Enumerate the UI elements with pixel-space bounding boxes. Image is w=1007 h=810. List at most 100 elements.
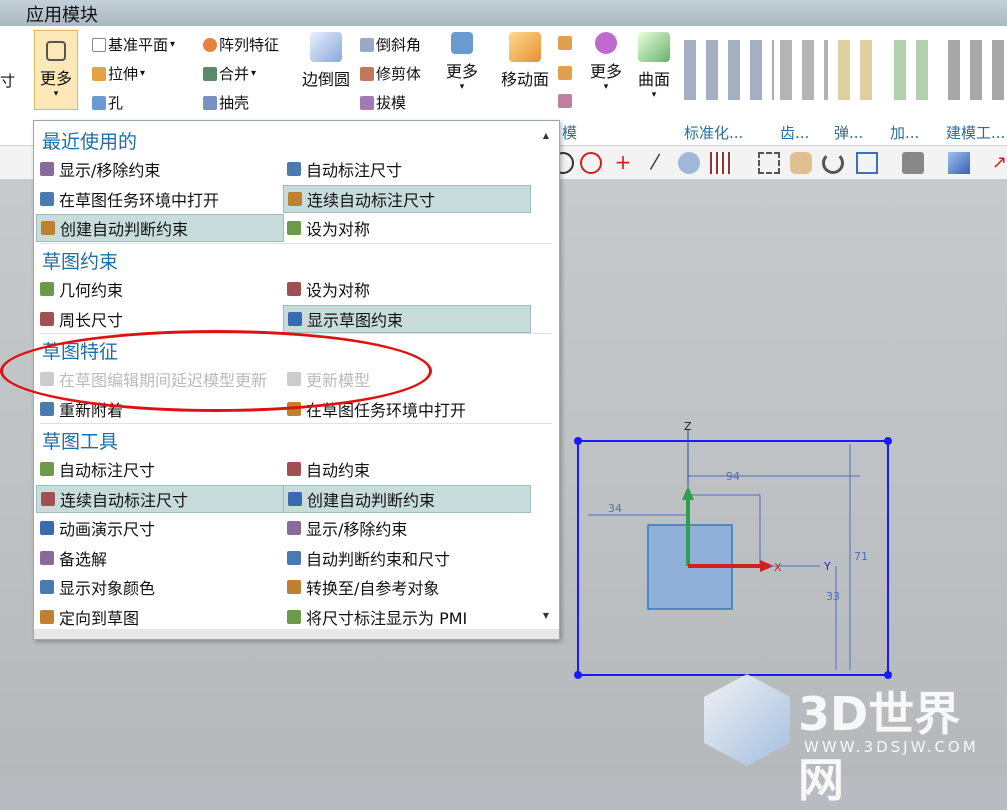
extrude-icon: [92, 66, 106, 81]
scroll-up-icon[interactable]: ▲: [543, 131, 549, 140]
unite-button[interactable]: 合并 ▾: [203, 63, 256, 84]
gear-tools[interactable]: [780, 40, 828, 100]
more-button-3[interactable]: 更多 ▾: [588, 32, 624, 92]
menu-item[interactable]: 创建自动判断约束: [36, 214, 284, 242]
center-snap-icon[interactable]: [580, 152, 602, 174]
scroll-down-icon[interactable]: ▼: [543, 611, 549, 620]
menu-item[interactable]: 连续自动标注尺寸: [36, 484, 284, 513]
menu-item-icon: [40, 462, 54, 476]
chamfer-label: 倒斜角: [376, 36, 422, 54]
group-label-spring[interactable]: 弹...: [834, 122, 863, 143]
menu-item[interactable]: 显示草图约束: [283, 304, 531, 333]
menu-item-icon: [287, 462, 301, 476]
menu-item[interactable]: 设为对称: [283, 275, 531, 303]
edge-blend-label: 边倒圆: [301, 70, 350, 89]
line-snap-icon[interactable]: ⁄: [644, 152, 666, 174]
spring-tools[interactable]: [838, 40, 882, 100]
menu-item-icon: [40, 191, 54, 206]
menu-item[interactable]: 在草图任务环境中打开: [36, 185, 284, 213]
menu-item[interactable]: 自动标注尺寸: [283, 155, 531, 183]
rotate-icon[interactable]: [822, 152, 844, 174]
surface-button[interactable]: 曲面 ▾: [634, 32, 674, 100]
more-label-2: 更多: [445, 62, 478, 81]
draft-button[interactable]: 拔模: [360, 92, 406, 113]
menu-item[interactable]: 自动约束: [283, 455, 531, 483]
pattern-feature-button[interactable]: 阵列特征: [203, 34, 279, 55]
resize-grip-icon[interactable]: [34, 629, 559, 639]
face-tool-3[interactable]: [558, 94, 572, 108]
dim-71[interactable]: 71: [854, 550, 868, 563]
modeling-tools[interactable]: [948, 40, 1006, 100]
hole-button[interactable]: 孔: [92, 92, 123, 113]
offset-face-icon: [558, 36, 572, 50]
menu-item-icon: [41, 221, 55, 235]
datum-plane-button[interactable]: 基准平面 ▾: [92, 34, 175, 55]
menu-item-label: 显示对象颜色: [59, 579, 156, 598]
group-label-gear[interactable]: 齿...: [780, 122, 809, 143]
menu-item[interactable]: 显示/移除约束: [36, 155, 284, 183]
menu-item-label: 定向到草图: [59, 608, 140, 628]
quadrant-snap-icon[interactable]: [678, 152, 700, 174]
menu-item[interactable]: 动画演示尺寸: [36, 514, 284, 542]
group-label-modeling[interactable]: 模: [562, 122, 577, 143]
standard-parts-tools[interactable]: [684, 40, 774, 100]
trim-body-icon: [360, 66, 374, 81]
sketch-icon: [46, 41, 66, 61]
dim-33[interactable]: 33: [826, 590, 840, 603]
cube-logo-icon: [704, 674, 790, 766]
menu-item-label: 几何约束: [59, 281, 124, 300]
menu-item[interactable]: 创建自动判断约束: [283, 484, 531, 513]
fit-view-icon[interactable]: [758, 152, 780, 174]
menu-item[interactable]: 几何约束: [36, 275, 284, 303]
chamfer-icon: [360, 37, 374, 52]
selection-icon[interactable]: ↗: [992, 152, 1007, 174]
more-button-2[interactable]: 更多 ▾: [442, 32, 482, 92]
menu-item[interactable]: 备选解: [36, 544, 284, 572]
menu-item-icon: [41, 491, 55, 506]
face-tool-2[interactable]: [558, 66, 572, 80]
menu-item[interactable]: 显示/移除约束: [283, 514, 531, 542]
trim-body-button[interactable]: 修剪体: [360, 63, 421, 84]
zoom-icon[interactable]: [856, 152, 878, 174]
menu-item[interactable]: 将尺寸标注显示为 PMI: [283, 603, 531, 631]
menu-section-title: 最近使用的: [42, 131, 138, 153]
pan-icon[interactable]: [790, 152, 812, 174]
menu-section-title: 草图工具: [42, 431, 119, 453]
shell-button[interactable]: 抽壳: [203, 92, 249, 113]
group-label-machining[interactable]: 加...: [890, 122, 919, 143]
machining-tools[interactable]: [894, 40, 938, 100]
dim-94[interactable]: 94: [726, 470, 740, 483]
menu-item-icon: [288, 311, 302, 326]
grid-icon[interactable]: [710, 152, 732, 174]
menu-item[interactable]: 连续自动标注尺寸: [283, 184, 531, 213]
menu-item-label: 自动判断约束和尺寸: [306, 549, 451, 569]
menu-item[interactable]: 设为对称: [283, 214, 531, 242]
menu-item[interactable]: 自动标注尺寸: [36, 455, 284, 483]
x-axis-label: X: [774, 561, 782, 574]
menu-item-label: 显示/移除约束: [59, 161, 161, 180]
red-annotation-circle: [0, 330, 432, 412]
menu-item-icon: [40, 609, 54, 624]
menu-item[interactable]: 自动判断约束和尺寸: [283, 544, 531, 572]
chamfer-button[interactable]: 倒斜角: [360, 34, 421, 55]
render-style-icon[interactable]: [902, 152, 924, 174]
menu-item-icon: [287, 609, 301, 624]
edge-blend-button[interactable]: 边倒圆: [298, 32, 354, 90]
intersection-snap-icon[interactable]: +: [612, 152, 634, 174]
view-orientation-icon[interactable]: [948, 152, 970, 174]
menu-item[interactable]: 周长尺寸: [36, 305, 284, 333]
face-tool-1[interactable]: [558, 36, 572, 50]
group-label-standard[interactable]: 标准化...: [684, 122, 743, 143]
menu-item-icon: [40, 521, 54, 535]
menu-item[interactable]: 转换至/自参考对象: [283, 573, 531, 601]
title-bar: 应用模块: [0, 0, 1007, 26]
more-button-1[interactable]: 更多 ▾: [34, 30, 78, 110]
watermark-logo: 3D世界网 WWW.3DSJW.COM: [704, 672, 1004, 807]
move-face-button[interactable]: 移动面: [496, 32, 554, 90]
dim-34[interactable]: 34: [608, 502, 622, 515]
extrude-button[interactable]: 拉伸 ▾: [92, 63, 145, 84]
menu-item[interactable]: 定向到草图: [36, 603, 284, 631]
sketch-drawing: Z Y X 94 34 71 33: [574, 420, 892, 679]
menu-item[interactable]: 显示对象颜色: [36, 573, 284, 601]
group-label-modeling-tools[interactable]: 建模工...: [946, 122, 1005, 143]
